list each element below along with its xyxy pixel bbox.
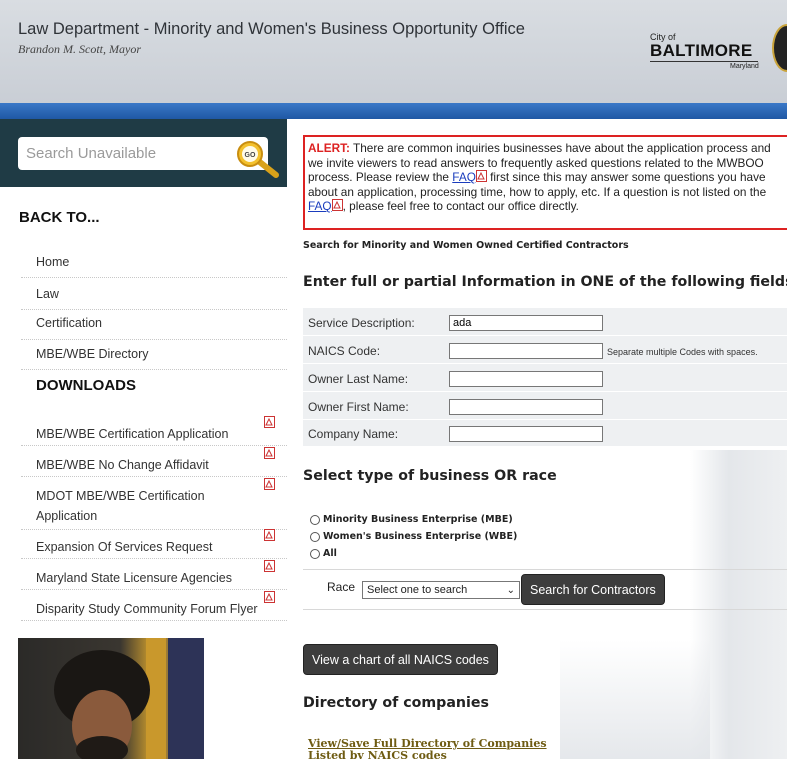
- search-go-icon[interactable]: GO: [236, 139, 280, 179]
- directory-heading: Directory of companies: [303, 695, 489, 711]
- field-label: Owner Last Name:: [308, 372, 409, 386]
- site-header: Law Department - Minority and Women's Bu…: [0, 0, 787, 103]
- pdf-icon: [475, 170, 487, 183]
- city-seal-icon: [772, 24, 787, 72]
- owner-first-name-input[interactable]: [449, 399, 603, 415]
- field-label: Company Name:: [308, 427, 399, 441]
- mayor-portrait-image: [54, 638, 204, 759]
- alert-label: ALERT:: [308, 141, 350, 155]
- directory-link-naics[interactable]: Listed by NAICS codes: [308, 749, 447, 759]
- download-label: MBE/WBE Certification Application: [36, 427, 229, 441]
- mayor-name: Brandon M. Scott, Mayor: [18, 42, 141, 56]
- sidebar-item-directory[interactable]: MBE/WBE Directory: [21, 342, 287, 370]
- race-select[interactable]: Select one to search ⌄: [362, 581, 520, 599]
- pdf-icon: [264, 560, 275, 572]
- download-label-line2: Application: [36, 509, 98, 523]
- faq-alert: ALERT: There are common inquiries busine…: [303, 135, 787, 230]
- pdf-icon: [264, 591, 275, 603]
- faq-link-2[interactable]: FAQ: [308, 199, 332, 213]
- pdf-icon: [264, 478, 275, 490]
- radio-label: Minority Business Enterprise (MBE): [323, 514, 513, 525]
- field-row-company: Company Name:: [303, 421, 787, 447]
- search-input[interactable]: [18, 137, 268, 170]
- field-row-owner-last: Owner Last Name:: [303, 366, 787, 392]
- race-divider-bottom: [303, 609, 787, 610]
- download-label: Expansion Of Services Request: [36, 540, 213, 554]
- service-description-input[interactable]: [449, 315, 603, 331]
- radio-wbe[interactable]: Women's Business Enterprise (WBE): [310, 530, 517, 543]
- radio-circle[interactable]: [310, 514, 320, 525]
- radio-all[interactable]: All: [310, 547, 337, 560]
- sidebar-item-label: Home: [36, 255, 70, 269]
- logo-city: BALTIMORE: [650, 41, 753, 60]
- field-label: Owner First Name:: [308, 400, 409, 414]
- naics-chart-button[interactable]: View a chart of all NAICS codes: [303, 644, 498, 675]
- sidebar-item-certification[interactable]: Certification: [21, 312, 287, 340]
- download-label: MBE/WBE No Change Affidavit: [36, 458, 209, 472]
- download-certification-application[interactable]: MBE/WBE Certification Application: [21, 416, 287, 446]
- alert-text-3: , please feel free to contact our office…: [342, 199, 579, 214]
- sidebar-item-label: MBE/WBE Directory: [36, 347, 149, 361]
- naics-hint: Separate multiple Codes with spaces.: [607, 347, 758, 357]
- download-label: Disparity Study Community Forum Flyer: [36, 602, 258, 616]
- chevron-down-icon: ⌄: [506, 585, 515, 596]
- search-contractors-button[interactable]: Search for Contractors: [521, 574, 665, 605]
- field-label: NAICS Code:: [308, 344, 381, 358]
- pdf-icon: [264, 529, 275, 541]
- site-title: Law Department - Minority and Women's Bu…: [18, 20, 525, 38]
- background-building-low: [560, 640, 710, 759]
- radio-label: All: [323, 548, 337, 559]
- download-forum-flyer[interactable]: Disparity Study Community Forum Flyer: [21, 591, 287, 621]
- race-selected-value: Select one to search: [367, 584, 468, 596]
- pdf-icon: [264, 416, 275, 428]
- pdf-icon: [264, 447, 275, 459]
- header-blue-bar: [0, 103, 787, 119]
- download-mdot-certification[interactable]: MDOT MBE/WBE Certification Application: [21, 478, 287, 530]
- race-divider-top: [303, 569, 787, 570]
- sidebar-item-law[interactable]: Law: [21, 282, 287, 310]
- logo-rule: [650, 61, 758, 62]
- company-name-input[interactable]: [449, 426, 603, 442]
- naics-code-input[interactable]: [449, 343, 603, 359]
- download-label: MDOT MBE/WBE Certification: [36, 489, 205, 503]
- search-caption: Search for Minority and Women Owned Cert…: [303, 240, 629, 251]
- svg-text:GO: GO: [245, 152, 256, 159]
- field-row-naics: NAICS Code: Separate multiple Codes with…: [303, 338, 787, 364]
- pdf-icon: [331, 199, 343, 212]
- sidebar-item-home[interactable]: Home: [21, 250, 287, 278]
- download-label: Maryland State Licensure Agencies: [36, 571, 232, 585]
- sidebar-item-label: Certification: [36, 316, 102, 330]
- field-label: Service Description:: [308, 316, 415, 330]
- fields-heading: Enter full or partial Information in ONE…: [303, 274, 787, 290]
- field-row-owner-first: Owner First Name:: [303, 394, 787, 420]
- owner-last-name-input[interactable]: [449, 371, 603, 387]
- sidebar-item-label: Law: [36, 287, 59, 301]
- back-to-heading: BACK TO...: [19, 209, 100, 226]
- baltimore-logo[interactable]: City of BALTIMORE Maryland: [650, 32, 770, 72]
- radio-mbe[interactable]: Minority Business Enterprise (MBE): [310, 513, 513, 526]
- mayor-photo: [18, 638, 204, 759]
- field-row-service-description: Service Description:: [303, 310, 787, 336]
- radio-circle[interactable]: [310, 531, 320, 542]
- radio-label: Women's Business Enterprise (WBE): [323, 531, 518, 542]
- type-heading: Select type of business OR race: [303, 468, 557, 484]
- downloads-heading: DOWNLOADS: [36, 377, 136, 394]
- faq-link[interactable]: FAQ: [452, 170, 476, 184]
- race-label: Race: [327, 580, 356, 594]
- download-no-change-affidavit[interactable]: MBE/WBE No Change Affidavit: [21, 447, 287, 477]
- logo-state: Maryland: [730, 63, 759, 70]
- download-expansion-of-services[interactable]: Expansion Of Services Request: [21, 529, 287, 559]
- download-licensure-agencies[interactable]: Maryland State Licensure Agencies: [21, 560, 287, 590]
- radio-circle[interactable]: [310, 548, 320, 559]
